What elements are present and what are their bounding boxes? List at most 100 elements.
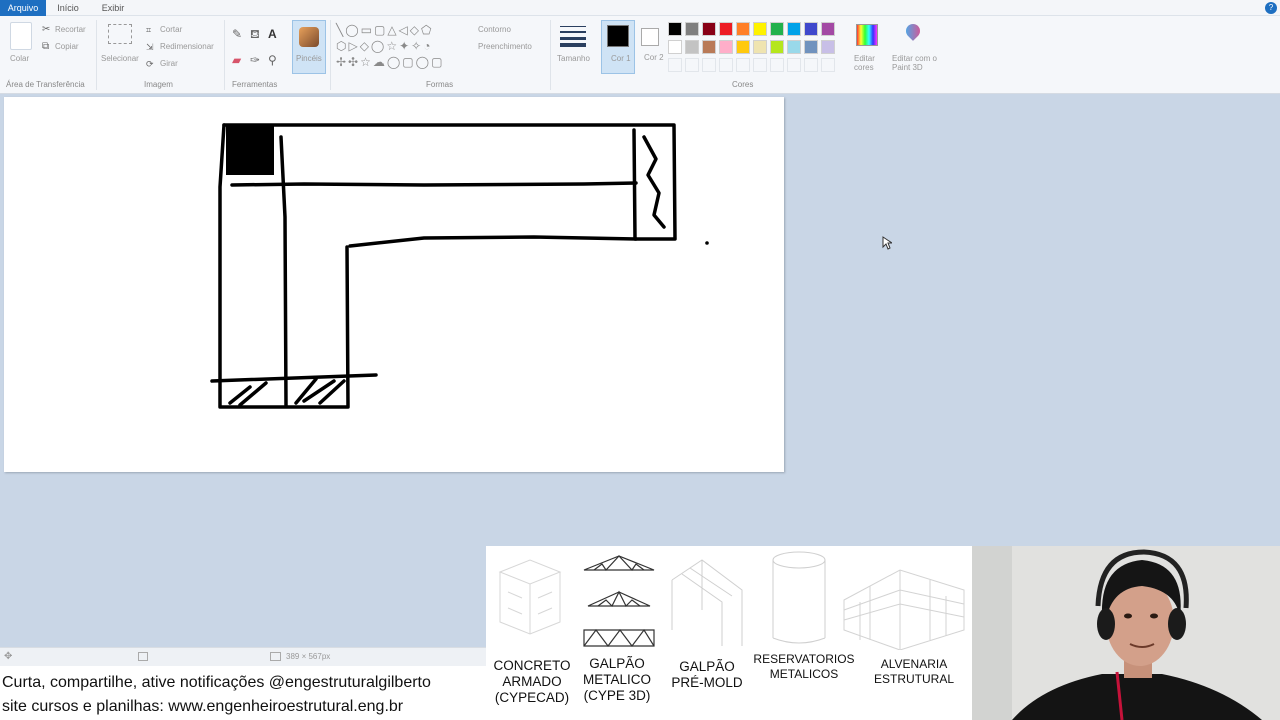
product-line: (CYPECAD) bbox=[494, 690, 570, 705]
tab-view[interactable]: Exibir bbox=[98, 0, 128, 16]
text-icon[interactable]: A bbox=[268, 28, 277, 40]
palette-swatch[interactable] bbox=[668, 22, 682, 36]
crop-button[interactable]: Cortar bbox=[160, 25, 182, 34]
color-palette bbox=[668, 16, 852, 80]
resize-button[interactable]: Redimensionar bbox=[160, 42, 214, 51]
select-icon[interactable] bbox=[108, 24, 132, 44]
fill-bucket-icon[interactable]: ⛾ bbox=[250, 28, 260, 40]
palette-swatch[interactable] bbox=[770, 58, 784, 72]
crop-icon: ⌗ bbox=[146, 25, 152, 35]
footer-line-1: Curta, compartilhe, ative notificações @… bbox=[2, 674, 431, 691]
rotate-button[interactable]: Girar bbox=[160, 59, 178, 68]
pencil-icon[interactable]: ✎ bbox=[232, 28, 242, 40]
selection-icon bbox=[138, 652, 148, 661]
copy-icon[interactable]: ⧉ bbox=[42, 41, 49, 53]
brush-icon bbox=[299, 27, 319, 47]
product-line: ESTRUTURAL bbox=[873, 672, 954, 686]
drawing-canvas[interactable] bbox=[4, 97, 784, 472]
paste-icon[interactable] bbox=[10, 22, 32, 50]
footer-line-2: site cursos e planilhas: www.engenheiroe… bbox=[2, 698, 404, 715]
color1-swatch bbox=[607, 25, 629, 47]
status-bar: ✥ 389 × 567px bbox=[0, 647, 486, 666]
tools-group-label: Ferramentas bbox=[232, 80, 278, 89]
clipboard-group-label: Área de Transferência bbox=[6, 80, 85, 89]
brushes-button[interactable]: Pincéis bbox=[292, 20, 326, 74]
palette-swatch[interactable] bbox=[804, 22, 818, 36]
color1-button[interactable]: Cor 1 bbox=[601, 20, 635, 74]
hand-drawn-sketch bbox=[210, 123, 709, 409]
color2-swatch bbox=[641, 28, 659, 46]
product-line: GALPÃO bbox=[679, 659, 735, 674]
paste-button[interactable]: Colar bbox=[10, 54, 29, 63]
tab-home[interactable]: Início bbox=[56, 0, 80, 16]
colors-group-label: Cores bbox=[732, 80, 754, 89]
canvas-size-icon bbox=[270, 652, 281, 661]
palette-swatch[interactable] bbox=[821, 22, 835, 36]
edit-paint3d-button[interactable]: Editar com o Paint 3D bbox=[892, 54, 938, 72]
palette-swatch[interactable] bbox=[804, 58, 818, 72]
palette-swatch[interactable] bbox=[821, 40, 835, 54]
fill-button[interactable]: Preenchimento bbox=[478, 42, 532, 51]
shapes-gallery[interactable]: ╲◯▭▢△◁◇⬠ ⬡▷◇◯☆✦✧◔ ✢✣☆☁◯▢◯▢ bbox=[336, 22, 456, 72]
palette-swatch[interactable] bbox=[702, 40, 716, 54]
palette-swatch[interactable] bbox=[736, 58, 750, 72]
palette-swatch[interactable] bbox=[719, 58, 733, 72]
palette-swatch[interactable] bbox=[668, 40, 682, 54]
select-button[interactable]: Selecionar bbox=[101, 54, 139, 63]
size-icon[interactable] bbox=[560, 26, 586, 47]
palette-swatch[interactable] bbox=[685, 40, 699, 54]
product-line: (CYPE 3D) bbox=[583, 688, 651, 703]
palette-swatch[interactable] bbox=[821, 58, 835, 72]
palette-swatch[interactable] bbox=[804, 40, 818, 54]
product-galpao-metalico: GALPÃO METALICO (CYPE 3D) bbox=[572, 656, 662, 704]
cut-button[interactable]: Recortar bbox=[55, 25, 86, 34]
product-line: PRÉ-MOLD bbox=[671, 675, 743, 690]
palette-swatch[interactable] bbox=[753, 40, 767, 54]
size-button[interactable]: Tamanho bbox=[557, 54, 590, 63]
edit-colors-icon[interactable] bbox=[856, 24, 878, 46]
product-line: ARMADO bbox=[502, 674, 562, 689]
mouse-cursor-icon bbox=[882, 236, 892, 250]
palette-swatch[interactable] bbox=[753, 22, 767, 36]
edit-colors-button[interactable]: Editar cores bbox=[854, 54, 880, 72]
paint3d-icon[interactable] bbox=[903, 21, 923, 46]
scissors-icon[interactable]: ✂ bbox=[42, 24, 50, 36]
webcam-feed bbox=[972, 546, 1280, 720]
palette-swatch[interactable] bbox=[787, 22, 801, 36]
reservoir-icon bbox=[772, 551, 826, 644]
canvas-dimensions: 389 × 567px bbox=[286, 652, 331, 661]
palette-swatch[interactable] bbox=[787, 58, 801, 72]
divider bbox=[550, 20, 551, 90]
product-reservatorios: RESERVATORIOS METALICOS bbox=[748, 652, 860, 682]
palette-swatch[interactable] bbox=[736, 40, 750, 54]
magnifier-icon[interactable]: ⚲ bbox=[268, 54, 277, 66]
product-banner: CONCRETO ARMADO (CYPECAD) GALPÃO METALIC… bbox=[486, 546, 972, 720]
divider bbox=[224, 20, 225, 90]
concrete-structure-icon bbox=[498, 559, 562, 635]
product-line: GALPÃO bbox=[589, 656, 645, 671]
product-line: RESERVATORIOS bbox=[753, 652, 855, 666]
image-group-label: Imagem bbox=[144, 80, 173, 89]
outline-button[interactable]: Contorno bbox=[478, 25, 511, 34]
palette-swatch[interactable] bbox=[770, 22, 784, 36]
palette-swatch[interactable] bbox=[736, 22, 750, 36]
palette-swatch[interactable] bbox=[753, 58, 767, 72]
palette-swatch[interactable] bbox=[668, 58, 682, 72]
color2-button[interactable]: Cor 2 bbox=[638, 20, 664, 74]
help-icon[interactable]: ? bbox=[1265, 2, 1277, 14]
palette-swatch[interactable] bbox=[719, 22, 733, 36]
palette-swatch[interactable] bbox=[702, 58, 716, 72]
palette-swatch[interactable] bbox=[685, 58, 699, 72]
palette-swatch[interactable] bbox=[719, 40, 733, 54]
palette-swatch[interactable] bbox=[685, 22, 699, 36]
copy-button[interactable]: Copiar bbox=[55, 42, 79, 51]
palette-swatch[interactable] bbox=[770, 40, 784, 54]
color-picker-icon[interactable]: ✑ bbox=[250, 54, 260, 66]
tab-file[interactable]: Arquivo bbox=[0, 0, 46, 16]
shapes-group-label: Formas bbox=[426, 80, 454, 89]
palette-swatch[interactable] bbox=[787, 40, 801, 54]
brushes-label: Pincéis bbox=[296, 54, 322, 63]
eraser-icon[interactable]: ▰ bbox=[232, 54, 241, 66]
product-galpao-pre-mold: GALPÃO PRÉ-MOLD bbox=[662, 659, 752, 691]
palette-swatch[interactable] bbox=[702, 22, 716, 36]
